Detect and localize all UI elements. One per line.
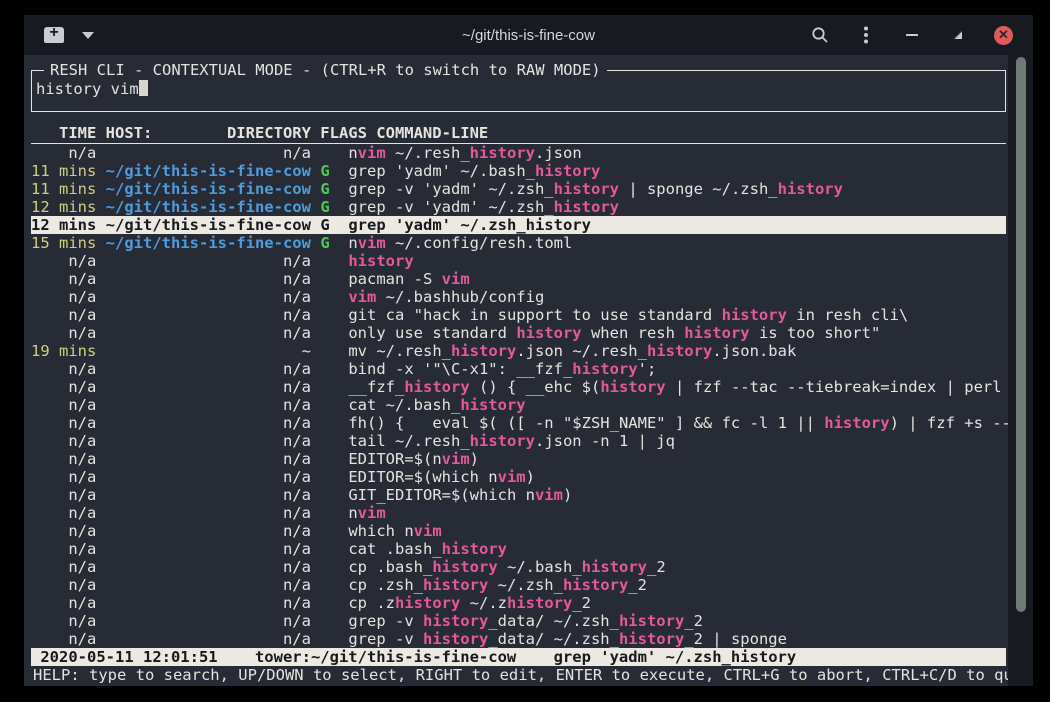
history-row-selected[interactable]: 12 mins ~/git/this-is-fine-cow G grep 'y…: [31, 216, 1006, 234]
history-row[interactable]: n/a n/a cp .bash_history ~/.bash_history…: [31, 558, 1006, 576]
history-row[interactable]: n/a n/a grep -v history_data/ ~/.zsh_his…: [31, 612, 1006, 630]
history-row[interactable]: n/a n/a cp .zsh_history ~/.zsh_history_2: [31, 576, 1006, 594]
history-row[interactable]: n/a n/a cp .zhistory ~/.zhistory_2: [31, 594, 1006, 612]
history-row[interactable]: 11 mins ~/git/this-is-fine-cow G grep 'y…: [31, 162, 1006, 180]
terminal-window: ~/git/this-is-fine-cow: [24, 15, 1033, 686]
restore-icon: [952, 29, 964, 41]
text-cursor: [139, 80, 148, 96]
help-line: HELP: type to search, UP/DOWN to select,…: [31, 666, 1008, 684]
search-box: RESH CLI - CONTEXTUAL MODE - (CTRL+R to …: [31, 70, 1006, 112]
history-row[interactable]: n/a n/a which nvim: [31, 522, 1006, 540]
history-row[interactable]: n/a n/a history: [31, 252, 1006, 270]
new-tab-icon: [44, 27, 64, 43]
terminal-body: RESH CLI - CONTEXTUAL MODE - (CTRL+R to …: [24, 55, 1033, 686]
history-row[interactable]: n/a n/a git ca "hack in support to use s…: [31, 306, 1006, 324]
resh-cli-panel: RESH CLI - CONTEXTUAL MODE - (CTRL+R to …: [24, 55, 1008, 686]
table-header: TIME HOST: DIRECTORY FLAGS COMMAND-LINE: [31, 124, 1006, 144]
history-row[interactable]: n/a n/a EDITOR=$(nvim): [31, 450, 1006, 468]
minimize-button[interactable]: [902, 25, 922, 45]
restore-button[interactable]: [948, 25, 968, 45]
menu-button[interactable]: [856, 25, 876, 45]
history-row[interactable]: n/a n/a fh() { eval $( ([ -n "$ZSH_NAME"…: [31, 414, 1006, 432]
history-row[interactable]: n/a n/a bind -x '"\C-x1": __fzf_history'…: [31, 360, 1006, 378]
close-button[interactable]: ✕: [994, 26, 1013, 45]
new-tab-button[interactable]: [44, 25, 64, 45]
history-rows: n/a n/a nvim ~/.resh_history.json11 mins…: [31, 144, 1006, 648]
history-row[interactable]: n/a n/a GIT_EDITOR=$(which nvim): [31, 486, 1006, 504]
search-query: history vim: [36, 80, 139, 98]
history-row[interactable]: 15 mins ~/git/this-is-fine-cow G nvim ~/…: [31, 234, 1006, 252]
history-row[interactable]: 11 mins ~/git/this-is-fine-cow G grep -v…: [31, 180, 1006, 198]
history-row[interactable]: n/a n/a EDITOR=$(which nvim): [31, 468, 1006, 486]
history-row[interactable]: n/a n/a nvim ~/.resh_history.json: [31, 144, 1006, 162]
status-bar: 2020-05-11 12:01:51 tower:~/git/this-is-…: [31, 648, 1006, 666]
history-row[interactable]: n/a n/a tail ~/.resh_history.json -n 1 |…: [31, 432, 1006, 450]
minimize-icon: [906, 34, 918, 36]
chevron-down-icon: [82, 32, 94, 39]
history-row[interactable]: 19 mins ~ mv ~/.resh_history.json ~/.res…: [31, 342, 1006, 360]
kebab-menu-icon: [864, 26, 868, 44]
tab-dropdown-button[interactable]: [78, 25, 98, 45]
history-row[interactable]: n/a n/a pacman -S vim: [31, 270, 1006, 288]
mode-label: RESH CLI - CONTEXTUAL MODE - (CTRL+R to …: [44, 61, 607, 79]
history-row[interactable]: n/a n/a only use standard history when r…: [31, 324, 1006, 342]
titlebar: ~/git/this-is-fine-cow: [24, 15, 1033, 55]
scrollbar[interactable]: [1008, 55, 1033, 686]
history-row[interactable]: n/a n/a cat ~/.bash_history: [31, 396, 1006, 414]
close-icon: ✕: [998, 27, 1009, 43]
history-row[interactable]: n/a n/a vim ~/.bashhub/config: [31, 288, 1006, 306]
scrollbar-thumb[interactable]: [1016, 57, 1026, 612]
history-row[interactable]: n/a n/a __fzf_history () { __ehc $(histo…: [31, 378, 1006, 396]
screen: ~/git/this-is-fine-cow: [0, 0, 1050, 702]
search-icon: [811, 26, 829, 44]
history-row[interactable]: n/a n/a grep -v history_data/ ~/.zsh_his…: [31, 630, 1006, 648]
history-row[interactable]: n/a n/a cat .bash_history: [31, 540, 1006, 558]
search-button[interactable]: [810, 25, 830, 45]
history-row[interactable]: 12 mins ~/git/this-is-fine-cow G grep -v…: [31, 198, 1006, 216]
history-row[interactable]: n/a n/a nvim: [31, 504, 1006, 522]
